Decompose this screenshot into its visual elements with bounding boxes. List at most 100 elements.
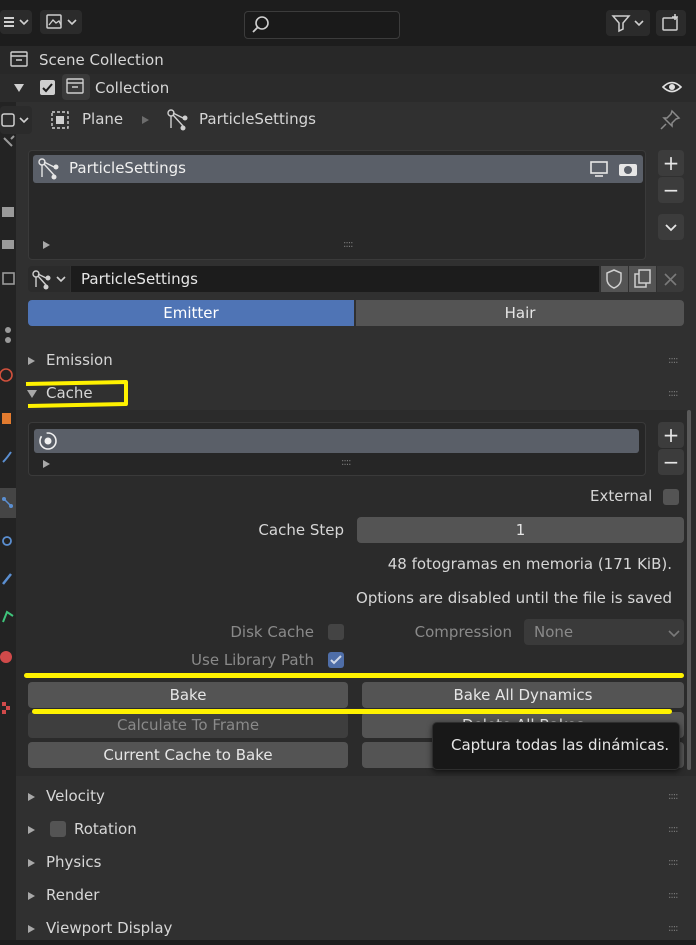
panel-rotation-header[interactable]: Rotation :::: [16,814,696,846]
list-item[interactable] [34,429,639,453]
list-item[interactable]: ParticleSettings [33,155,643,183]
camera-back-icon [2,207,14,217]
tab-material[interactable] [0,642,16,672]
add-cache-button[interactable]: + [658,422,684,448]
tab-world[interactable] [0,360,16,390]
plus-icon: + [662,423,680,447]
annotation-underline-top [24,673,684,678]
remove-cache-button[interactable]: − [658,449,684,475]
panel-emission-header[interactable]: Emission :::: [16,345,696,377]
tab-data[interactable] [0,602,16,632]
tab-physics[interactable] [0,526,16,556]
filter-dropdown[interactable] [606,10,650,36]
tab-output[interactable] [0,230,16,260]
pin-icon[interactable] [658,108,682,132]
panel-viewport-display-header[interactable]: Viewport Display :::: [16,913,696,945]
include-checkbox[interactable] [40,80,55,95]
drag-handle-icon[interactable]: :::: [668,791,679,802]
particle-settings-name-field[interactable]: ParticleSettings [71,266,599,292]
render-camera-icon[interactable] [617,159,639,179]
collapse-arrow-icon [28,859,35,867]
constraint-icon [2,573,12,585]
collection-icon-box [62,74,90,100]
tab-scene[interactable] [0,320,16,350]
texture-icon [2,702,10,714]
tab-tool[interactable] [0,130,16,160]
bake-button[interactable]: Bake [28,682,348,708]
tab-emitter[interactable]: Emitter [28,300,354,326]
specials-menu-button[interactable] [658,214,684,240]
panel-render-title: Render [46,886,100,904]
panel-physics-title: Physics [46,853,102,871]
search-input[interactable] [244,11,400,39]
list-expand-icon[interactable] [43,241,50,249]
filter-view-dropdown[interactable] [40,10,82,34]
tab-view-layer[interactable] [0,264,16,294]
point-cache-list[interactable]: :::: [28,422,646,476]
rotation-checkbox[interactable] [50,821,66,837]
expand-arrow-icon[interactable] [14,84,24,92]
particles-icon [2,497,13,508]
world-icon [0,368,13,382]
use-library-path-label: Use Library Path [191,651,314,669]
browse-particle-settings-button[interactable] [28,266,70,292]
editor-type-dropdown[interactable] [0,106,32,134]
remove-particle-system-button[interactable]: − [658,177,684,203]
panel-velocity-header[interactable]: Velocity :::: [16,781,696,813]
eye-icon[interactable] [662,79,682,95]
compression-dropdown[interactable]: None [524,619,684,645]
particle-systems-list[interactable]: ParticleSettings :::: [28,150,646,260]
tab-texture[interactable] [0,694,16,724]
unlink-button[interactable] [657,266,684,292]
particles-icon [38,158,59,180]
object-plane-icon [51,111,69,129]
shield-icon [606,269,622,289]
collection-label: Collection [95,79,170,97]
drag-handle-icon[interactable]: :::: [668,857,679,868]
resize-grip-icon[interactable]: :::: [343,239,354,250]
funnel-icon [611,15,644,33]
disk-cache-checkbox[interactable] [328,624,344,640]
tooltip: Captura todas las dinámicas. [432,722,680,770]
add-particle-system-button[interactable]: + [658,150,684,176]
wrench-icon [3,135,15,147]
drag-handle-icon[interactable]: :::: [668,388,679,399]
drag-handle-icon[interactable]: :::: [668,824,679,835]
collapse-arrow-icon [28,826,35,834]
bake-all-dynamics-button[interactable]: Bake All Dynamics [362,682,684,708]
list-expand-icon[interactable] [43,460,50,468]
tab-constraints[interactable] [0,564,16,594]
tab-particles[interactable] [0,488,16,518]
display-mode-dropdown[interactable] [0,10,32,34]
resize-grip-icon[interactable]: :::: [341,457,352,468]
annotation-underline-bottom [32,709,672,714]
tab-object[interactable] [0,404,16,434]
tab-hair[interactable]: Hair [356,300,684,326]
tab-render[interactable] [0,198,16,228]
image-icon [46,14,77,29]
compression-label: Compression [414,623,512,641]
fake-user-button[interactable] [601,266,628,292]
panel-physics-header[interactable]: Physics :::: [16,847,696,879]
viewport-display-icon[interactable] [589,159,611,179]
disk-cache-label: Disk Cache [230,623,314,641]
scrollbar[interactable] [687,410,691,770]
scene-icon [5,327,11,343]
cache-step-label: Cache Step [258,521,344,539]
new-collection-button[interactable] [656,10,686,36]
cache-step-field[interactable]: 1 [357,517,684,543]
current-cache-to-bake-button[interactable]: Current Cache to Bake [28,742,348,768]
use-library-path-checkbox[interactable] [328,652,344,668]
duplicate-button[interactable] [629,266,656,292]
drag-handle-icon[interactable]: :::: [668,355,679,366]
drag-handle-icon[interactable]: :::: [668,923,679,934]
outliner-row-scene-collection[interactable]: Scene Collection [0,46,696,74]
calculate-to-frame-button[interactable]: Calculate To Frame [28,712,348,738]
outliner-row-collection[interactable]: Collection [0,74,696,102]
breadcrumb-object: Plane [82,110,124,128]
panel-render-header[interactable]: Render :::: [16,880,696,912]
tab-modifiers[interactable] [0,442,16,472]
drag-handle-icon[interactable]: :::: [668,890,679,901]
collapse-arrow-icon [28,357,35,365]
external-checkbox[interactable] [663,489,679,505]
